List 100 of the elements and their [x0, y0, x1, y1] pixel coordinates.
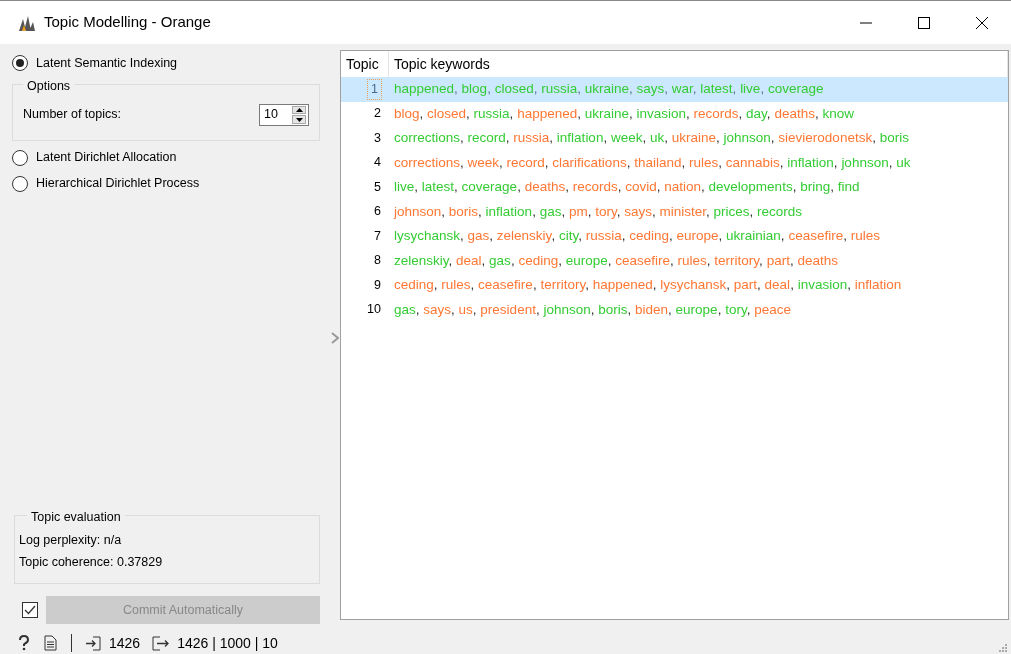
keyword: russia, [541, 80, 582, 99]
keyword: inflation, [485, 202, 537, 221]
keyword: johnson, [841, 153, 894, 172]
keyword: deaths [797, 251, 838, 270]
keyword: territory, [540, 276, 590, 295]
row-number: 9 [374, 276, 381, 294]
keyword: latest, [421, 178, 459, 197]
keyword: europe, [675, 300, 723, 319]
keyword: find [837, 178, 860, 197]
keyword: boris [879, 129, 909, 148]
keyword: inflation, [787, 153, 839, 172]
maximize-icon [918, 16, 930, 29]
keyword: record, [467, 129, 511, 148]
help-icon[interactable] [18, 635, 30, 651]
keyword: zelenskiy, [496, 227, 557, 246]
keyword: russia, [513, 129, 555, 148]
keyword: ukraine, [584, 80, 634, 99]
keyword: know [822, 104, 854, 123]
keyword: biden, [635, 300, 673, 319]
keyword: lysychansk, [660, 276, 732, 295]
up-arrow-icon[interactable] [295, 108, 303, 112]
keyword: records, [693, 104, 744, 123]
keyword: cannabis, [725, 153, 785, 172]
keyword: latest, [700, 80, 738, 99]
keyword: ukraine, [671, 129, 721, 148]
keyword: ukraine, [584, 104, 634, 123]
keyword: happened, [517, 104, 582, 123]
keyword: says, [636, 80, 670, 99]
row-number: 3 [374, 129, 381, 147]
keyword: peace [754, 300, 791, 319]
keyword: minister, [659, 202, 711, 221]
group-title: Options [23, 79, 75, 93]
keyword: boris, [598, 300, 633, 319]
keyword: deal, [456, 251, 487, 270]
row-number: 7 [374, 227, 381, 245]
keyword: gas, [394, 300, 421, 319]
keyword: president, [480, 300, 541, 319]
keyword: war, [671, 80, 698, 99]
keyword: corrections, [394, 153, 465, 172]
keyword: ceasefire, [478, 276, 538, 295]
keyword: johnson, [543, 300, 596, 319]
keyword: uk, [649, 129, 669, 148]
keyword: week, [467, 153, 504, 172]
keyword: city, [558, 227, 583, 246]
keyword: live, [740, 80, 766, 99]
keyword: closed, [494, 80, 539, 99]
keyword: rules [850, 227, 880, 246]
input-icon [86, 635, 101, 651]
keyword: record, [506, 153, 550, 172]
down-arrow-icon[interactable] [295, 117, 303, 122]
keyword: happened, [592, 276, 658, 295]
evaluation-text: Log perplexity: n/a [19, 532, 123, 549]
keyword: ceding, [518, 251, 563, 270]
keyword: day, [746, 104, 772, 123]
radio-label[interactable]: Latent Dirichlet Allocation [36, 148, 177, 168]
input-count: 1426 [109, 633, 141, 653]
keyword: gas, [467, 227, 495, 246]
keyword: blog, [461, 80, 492, 99]
keyword: lysychansk, [394, 227, 465, 246]
window-title: Topic Modelling - Orange [44, 12, 211, 33]
close-icon [976, 16, 988, 29]
keyword: live, [394, 178, 420, 197]
keyword: corrections, [394, 129, 465, 148]
keyword: covid, [625, 178, 662, 197]
output-summary: 1426 | 1000 | 10 [177, 633, 278, 653]
keyword: boris, [448, 202, 483, 221]
row-number: 6 [374, 203, 381, 221]
evaluation-text: Topic coherence: 0.37829 [19, 554, 164, 571]
keyword: says, [423, 300, 456, 319]
keyword: invasion, [636, 104, 691, 123]
keyword: gas, [539, 202, 567, 221]
radio-label[interactable]: Latent Semantic Indexing [36, 53, 178, 73]
keyword: blog, [394, 104, 425, 123]
keyword: rules, [441, 276, 476, 295]
keyword: coverage, [461, 178, 522, 197]
keyword: sievierodonetsk, [778, 129, 877, 148]
number-spinbox[interactable]: 10 [259, 103, 309, 126]
resize-grip-icon[interactable] [999, 644, 1007, 652]
keyword: zelenskiy, [394, 251, 454, 270]
radio-button[interactable] [12, 55, 28, 71]
keyword: uk [896, 153, 911, 172]
document-icon[interactable] [44, 635, 57, 651]
keyword: us, [458, 300, 478, 319]
keyword: ceasefire, [615, 251, 675, 270]
keyword: week, [610, 129, 648, 148]
keyword: nation, [664, 178, 706, 197]
keyword: territory, [714, 251, 764, 270]
radio-button[interactable] [12, 149, 28, 166]
radio-label[interactable]: Hierarchical Dirichlet Process [36, 174, 200, 194]
keyword: records, [572, 178, 623, 197]
row-number: 5 [374, 178, 381, 196]
radio-button[interactable] [12, 175, 28, 192]
keyword: invasion, [797, 276, 852, 295]
keyword: tory, [595, 202, 622, 221]
keyword: deal, [764, 276, 795, 295]
keyword: tory, [725, 300, 752, 319]
keyword: part, [733, 276, 762, 295]
keyword: ceding, [394, 276, 439, 295]
keyword: thailand, [634, 153, 687, 172]
row-number: 1 [368, 79, 381, 99]
